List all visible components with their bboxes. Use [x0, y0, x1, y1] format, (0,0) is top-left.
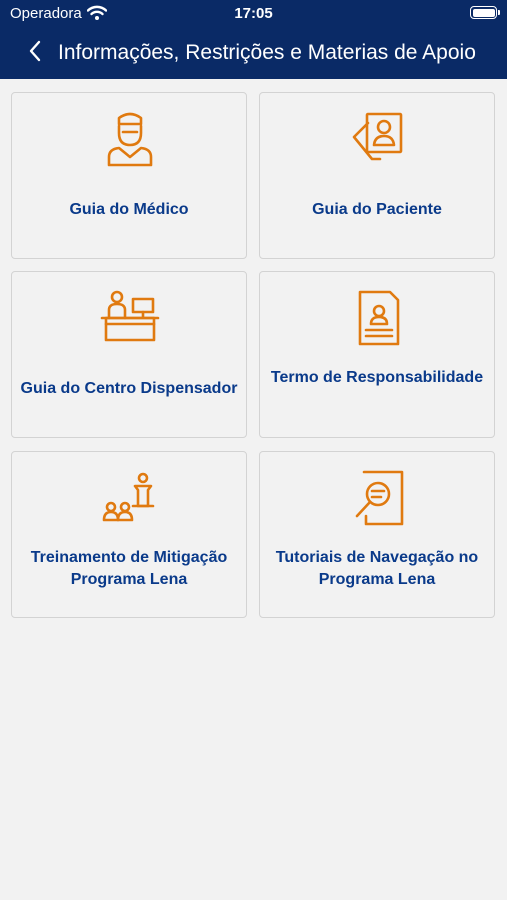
card-label: Guia do Médico	[69, 201, 189, 218]
navigation-bar: Informações, Restrições e Materias de Ap…	[0, 30, 507, 76]
document-icon	[358, 290, 400, 346]
card-label: Termo de Responsabilidade	[270, 369, 484, 386]
patient-profile-icon	[352, 112, 403, 161]
training-icon	[102, 472, 155, 522]
doctor-icon	[107, 112, 153, 167]
card-termo-responsabilidade[interactable]: Termo de Responsabilidade	[259, 271, 495, 438]
card-guia-medico[interactable]: Guia do Médico	[11, 92, 247, 259]
page-title: Informações, Restrições e Materias de Ap…	[58, 41, 476, 64]
status-bar: Operadora 17:05	[0, 0, 507, 28]
card-tutoriais-navegacao[interactable]: Tutoriais de Navegação no Programa Lena	[259, 451, 495, 618]
back-chevron-icon[interactable]	[24, 38, 48, 64]
header-bar: Operadora 17:05 Informações, Restrições …	[0, 0, 507, 79]
card-label: Guia do Centro Dispensador	[20, 380, 238, 397]
card-label: Treinamento de Mitigação Programa Lena	[30, 549, 228, 588]
clock: 17:05	[234, 5, 273, 22]
search-document-icon	[355, 470, 404, 526]
card-treinamento-mitigacao[interactable]: Treinamento de Mitigação Programa Lena	[11, 451, 247, 618]
battery-icon	[470, 6, 500, 19]
card-label: Tutoriais de Navegação no Programa Lena	[275, 549, 479, 588]
card-guia-centro-dispensador[interactable]: Guia do Centro Dispensador	[11, 271, 247, 438]
card-guia-paciente[interactable]: Guia do Paciente	[259, 92, 495, 259]
reception-desk-icon	[100, 290, 160, 342]
card-label: Guia do Paciente	[312, 201, 442, 218]
